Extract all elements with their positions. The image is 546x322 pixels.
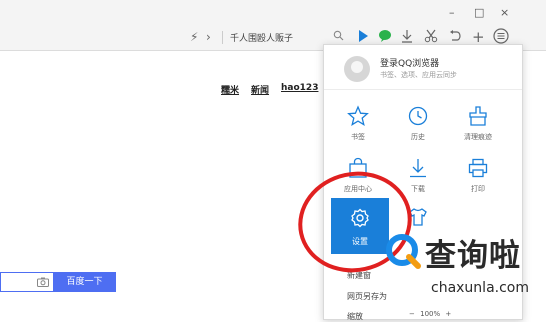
menu-item-clear-traces[interactable]: 清理痕迹: [448, 105, 508, 151]
broom-icon: [469, 106, 487, 126]
close-button[interactable]: ×: [500, 6, 509, 19]
menu-item-print[interactable]: 打印: [448, 157, 508, 203]
login-title[interactable]: 登录QQ浏览器: [380, 56, 439, 69]
menu-item-save-page-as[interactable]: 网页另存为: [347, 291, 387, 302]
watermark-text: 查询啦: [425, 238, 521, 274]
menu-item-history[interactable]: 历史: [388, 105, 448, 151]
separator: [222, 31, 223, 44]
menu-item-bookmarks[interactable]: 书签: [328, 105, 388, 151]
printer-icon: [468, 158, 488, 178]
maximize-button[interactable]: □: [474, 6, 484, 19]
link-news[interactable]: 新闻: [251, 83, 269, 96]
camera-icon[interactable]: [37, 277, 49, 290]
login-subtitle: 书签、选项、应用云同步: [380, 71, 457, 79]
clock-icon: [408, 106, 428, 126]
search-input[interactable]: [0, 272, 53, 292]
avatar[interactable]: [344, 56, 370, 82]
zoom-control: − 100% +: [409, 310, 454, 318]
link-nuomi[interactable]: 糯米: [221, 83, 239, 96]
lightning-icon[interactable]: ⚡: [190, 30, 198, 44]
watermark-url: chaxunla.com: [431, 280, 529, 296]
menu-item-label: 书签: [351, 133, 365, 141]
divider: [324, 89, 522, 90]
menu-item-label: 清理痕迹: [464, 133, 492, 141]
minimize-button[interactable]: –: [449, 6, 455, 19]
menu-item-label: 历史: [411, 133, 425, 141]
menu-item-label: 打印: [471, 185, 485, 193]
search-icon[interactable]: [333, 30, 344, 44]
star-icon: [347, 105, 369, 126]
zoom-in-button[interactable]: +: [445, 310, 451, 318]
search-suggestion-text: 千人围殴人贩子: [230, 34, 294, 44]
download-icon: [410, 159, 426, 178]
link-hao123[interactable]: hao123: [281, 83, 318, 93]
title-bar: – □ ×: [0, 0, 546, 26]
zoom-value: 100%: [420, 310, 441, 318]
chevron-right-icon[interactable]: ›: [206, 30, 211, 44]
search-button[interactable]: 百度一下: [53, 272, 116, 292]
watermark-logo: [386, 234, 421, 269]
menu-item-zoom: 缩放: [347, 312, 363, 321]
zoom-out-button[interactable]: −: [409, 310, 415, 318]
